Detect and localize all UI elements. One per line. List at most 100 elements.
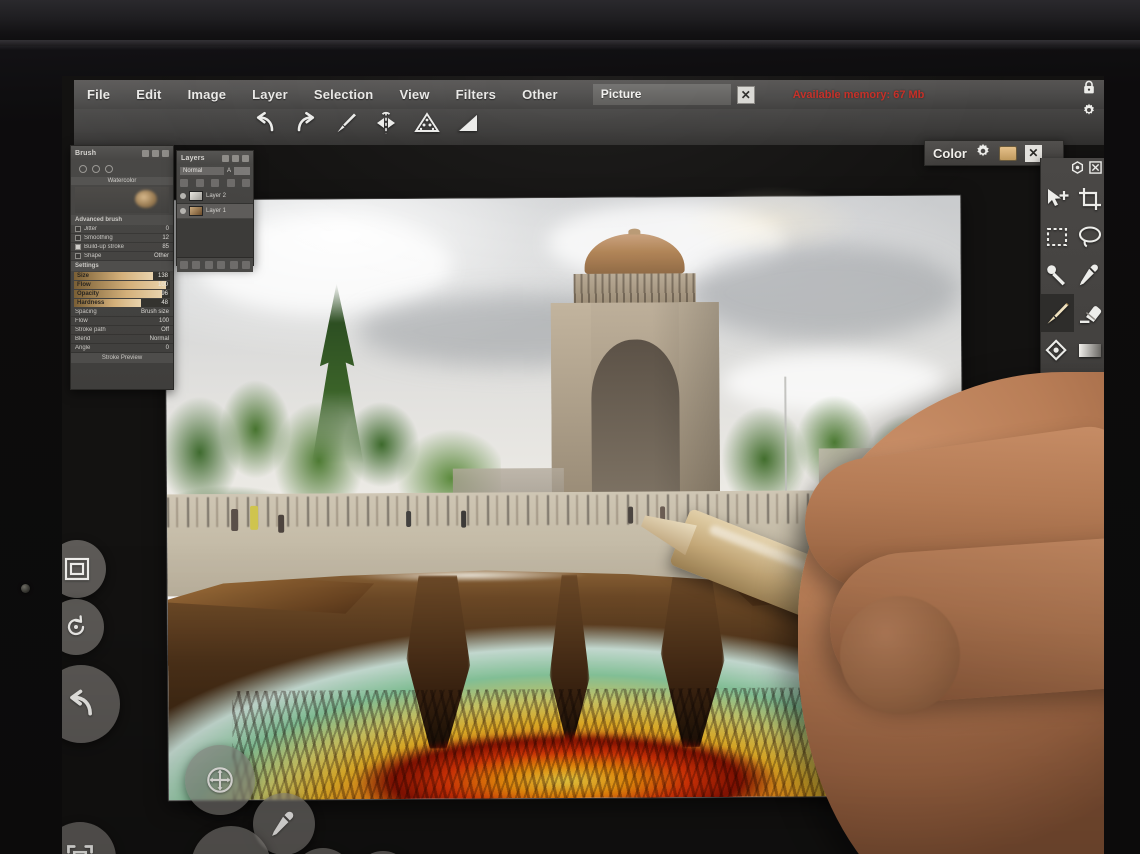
brush-tip-round-icon[interactable] bbox=[79, 165, 87, 173]
collapse-icon[interactable] bbox=[232, 154, 239, 162]
duplicate-layer-icon[interactable] bbox=[195, 179, 204, 187]
brush-param-row[interactable]: Blend Normal bbox=[71, 335, 173, 344]
brush-option-row[interactable]: Jitter 0 bbox=[71, 225, 173, 234]
gear-icon[interactable] bbox=[222, 154, 229, 162]
tool-rail[interactable] bbox=[1040, 158, 1104, 408]
undo-icon[interactable] bbox=[252, 111, 278, 135]
brush-settings-panel[interactable]: Brush Watercolor Advanced brush Jitter 0… bbox=[70, 145, 174, 390]
document-tab[interactable]: Picture ✕ bbox=[592, 84, 755, 105]
checkbox-icon-checked[interactable] bbox=[75, 244, 81, 250]
tool-rail-header[interactable] bbox=[1071, 161, 1102, 179]
settings-icon[interactable] bbox=[1071, 161, 1084, 179]
person bbox=[230, 508, 238, 532]
layer-row-selected[interactable]: Layer 1 bbox=[177, 204, 253, 219]
gear-icon[interactable] bbox=[1082, 103, 1096, 120]
menu-item-filters[interactable]: Filters bbox=[443, 87, 509, 102]
rectangular-marquee-tool[interactable] bbox=[1041, 218, 1074, 256]
close-icon[interactable] bbox=[1089, 161, 1102, 179]
collapse-icon[interactable] bbox=[152, 149, 159, 157]
eraser-tool[interactable] bbox=[1074, 294, 1105, 332]
menu-item-edit[interactable]: Edit bbox=[123, 87, 174, 102]
brush-tip-row[interactable] bbox=[71, 160, 173, 177]
close-icon[interactable] bbox=[242, 154, 249, 162]
brush-advanced-header[interactable]: Advanced brush bbox=[71, 215, 173, 225]
brush-slider[interactable]: Hardness 48 bbox=[74, 299, 170, 307]
checkbox-icon[interactable] bbox=[75, 226, 81, 232]
eyedropper-tool[interactable] bbox=[1074, 256, 1105, 294]
slider-label: Size bbox=[77, 273, 90, 279]
move-up-icon[interactable] bbox=[229, 261, 238, 269]
magic-wand-tool[interactable] bbox=[1041, 256, 1074, 294]
brush-panel-buttons[interactable] bbox=[142, 149, 169, 157]
fit-to-screen-button[interactable] bbox=[62, 540, 106, 598]
visibility-icon[interactable] bbox=[180, 193, 186, 199]
brush-param-row[interactable]: Spacing Brush size bbox=[71, 308, 173, 317]
lasso-tool[interactable] bbox=[1074, 218, 1105, 256]
brush-option-row[interactable]: Shape Other bbox=[71, 252, 173, 261]
menu-item-view[interactable]: View bbox=[386, 87, 442, 102]
brush-slider[interactable]: Opacity 96 bbox=[74, 290, 170, 298]
brush-tip-soft-icon[interactable] bbox=[92, 165, 100, 173]
menu-item-selection[interactable]: Selection bbox=[301, 87, 387, 102]
brush-param-row[interactable]: Stroke path Off bbox=[71, 326, 173, 335]
layer-actions-row[interactable] bbox=[177, 177, 253, 189]
brush-panel-header[interactable]: Brush bbox=[71, 146, 173, 160]
close-icon[interactable] bbox=[162, 149, 169, 157]
layers-empty-area bbox=[177, 219, 253, 257]
layers-panel-header[interactable]: Layers bbox=[177, 151, 253, 165]
scatter-symmetry-icon[interactable] bbox=[414, 111, 440, 135]
transform-icon bbox=[207, 767, 233, 793]
document-tab-label: Picture bbox=[592, 84, 731, 105]
perspective-icon[interactable] bbox=[455, 111, 481, 135]
copy-layer-icon[interactable] bbox=[204, 261, 213, 269]
redo-icon[interactable] bbox=[293, 111, 319, 135]
blend-mode-select[interactable]: Normal bbox=[180, 167, 224, 175]
mask-layer-icon[interactable] bbox=[226, 179, 235, 187]
brush-tool[interactable] bbox=[1041, 294, 1074, 332]
gear-icon[interactable] bbox=[975, 143, 991, 164]
menu-item-other[interactable]: Other bbox=[509, 87, 571, 102]
brush-slider[interactable]: Size 138 bbox=[74, 272, 170, 280]
blend-mode-row[interactable]: Normal A bbox=[177, 165, 253, 177]
layers-footer-toolbar[interactable] bbox=[177, 257, 253, 272]
crop-tool[interactable] bbox=[1074, 180, 1105, 218]
visibility-icon[interactable] bbox=[180, 208, 186, 214]
layers-panel[interactable]: Layers Normal A Layer 2 Layer 1 bbox=[176, 150, 254, 272]
brush-param-row[interactable]: Angle 0 bbox=[71, 344, 173, 353]
brush-option-row[interactable]: Build-up stroke 85 bbox=[71, 243, 173, 252]
brush-tip-textured-icon[interactable] bbox=[105, 165, 113, 173]
menu-item-image[interactable]: Image bbox=[175, 87, 240, 102]
delete-layer-icon[interactable] bbox=[217, 261, 226, 269]
brush-slider[interactable]: Flow 100 bbox=[74, 281, 170, 289]
brush-option-row[interactable]: Smoothing 12 bbox=[71, 234, 173, 243]
color-swatch-icon[interactable] bbox=[998, 145, 1017, 161]
checkbox-icon[interactable] bbox=[75, 235, 81, 241]
lock-icon[interactable] bbox=[1082, 80, 1096, 98]
layers-panel-buttons[interactable] bbox=[222, 154, 249, 162]
undo-button[interactable] bbox=[62, 665, 120, 743]
new-layer-icon[interactable] bbox=[180, 261, 188, 269]
crop-frame-button[interactable] bbox=[62, 822, 116, 854]
move-down-icon[interactable] bbox=[241, 261, 250, 269]
layer-row[interactable]: Layer 2 bbox=[177, 189, 253, 204]
merge-layer-icon[interactable] bbox=[211, 179, 219, 187]
group-layer-icon[interactable] bbox=[192, 261, 201, 269]
menu-item-layer[interactable]: Layer bbox=[239, 87, 301, 102]
transform-button[interactable] bbox=[185, 745, 255, 815]
menu-item-file[interactable]: File bbox=[74, 87, 123, 102]
paint-bucket-tool[interactable] bbox=[1041, 332, 1074, 370]
mirror-symmetry-icon[interactable] bbox=[373, 111, 399, 135]
brush-icon[interactable] bbox=[334, 111, 358, 135]
brush-settings-header[interactable]: Settings bbox=[71, 261, 173, 271]
fit-to-screen-icon bbox=[64, 557, 90, 581]
reset-rotation-button[interactable] bbox=[62, 599, 104, 655]
move-tool[interactable] bbox=[1041, 180, 1074, 218]
close-icon[interactable]: ✕ bbox=[736, 85, 755, 104]
checkbox-icon[interactable] bbox=[75, 253, 81, 259]
brush-param-row[interactable]: Flow 100 bbox=[71, 317, 173, 326]
lock-layer-icon[interactable] bbox=[242, 179, 250, 187]
opacity-field[interactable] bbox=[234, 167, 250, 175]
gradient-tool[interactable] bbox=[1074, 332, 1105, 370]
add-layer-icon[interactable] bbox=[180, 179, 188, 187]
gear-icon[interactable] bbox=[142, 149, 149, 157]
